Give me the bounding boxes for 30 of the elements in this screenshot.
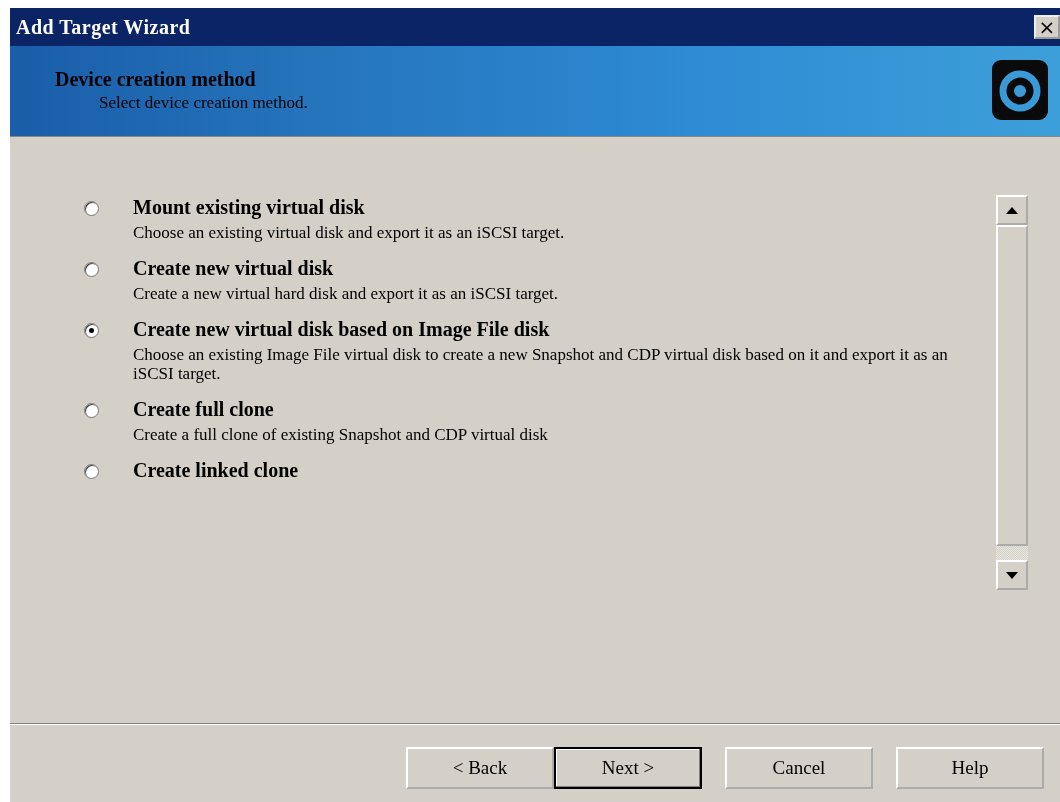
option-label[interactable]: Create linked clone (133, 458, 299, 482)
radio-button[interactable] (84, 464, 99, 479)
radio-button[interactable] (84, 403, 99, 418)
wizard-button[interactable]: Help (896, 747, 1044, 789)
scroll-up-button[interactable] (996, 195, 1028, 225)
close-button[interactable]: × (1034, 15, 1060, 39)
wizard-button[interactable]: Next > (554, 747, 702, 789)
option-description: Create a full clone of existing Snapshot and CDP virtual disk (133, 425, 548, 444)
wizard-button[interactable]: Cancel (725, 747, 873, 789)
option-description: Choose an existing virtual disk and export it as an iSCSI target. (133, 223, 565, 242)
option-label[interactable]: Create new virtual disk based on Image File disk (133, 317, 963, 341)
window-title: Add Target Wizard (16, 15, 191, 39)
wizard-button[interactable]: < Back (406, 747, 554, 789)
scroll-track[interactable] (996, 546, 1028, 560)
radio-button[interactable] (84, 201, 99, 216)
option-description: Create a new virtual hard disk and export it as an iSCSI target. (133, 284, 559, 303)
option-label[interactable]: Mount existing virtual disk (133, 195, 565, 219)
option-description: Choose an existing Image File virtual disk to create a new Snapshot and CDP virtual disk based on it and export it as an iSCSI target. (133, 345, 949, 383)
radio-button[interactable] (84, 262, 99, 277)
option-label[interactable]: Create new virtual disk (133, 256, 559, 280)
step-title: Device creation method (55, 68, 257, 91)
up-arrow-icon (1006, 206, 1018, 214)
step-subtitle: Select device creation method. (98, 93, 308, 113)
ring-logo-icon (992, 60, 1048, 120)
scroll-down-button[interactable] (996, 560, 1028, 590)
radio-button[interactable] (84, 323, 99, 338)
scrollbar[interactable] (996, 195, 1028, 590)
option-label[interactable]: Create full clone (133, 397, 548, 421)
scroll-thumb[interactable] (996, 225, 1028, 546)
down-arrow-icon (1006, 571, 1018, 579)
